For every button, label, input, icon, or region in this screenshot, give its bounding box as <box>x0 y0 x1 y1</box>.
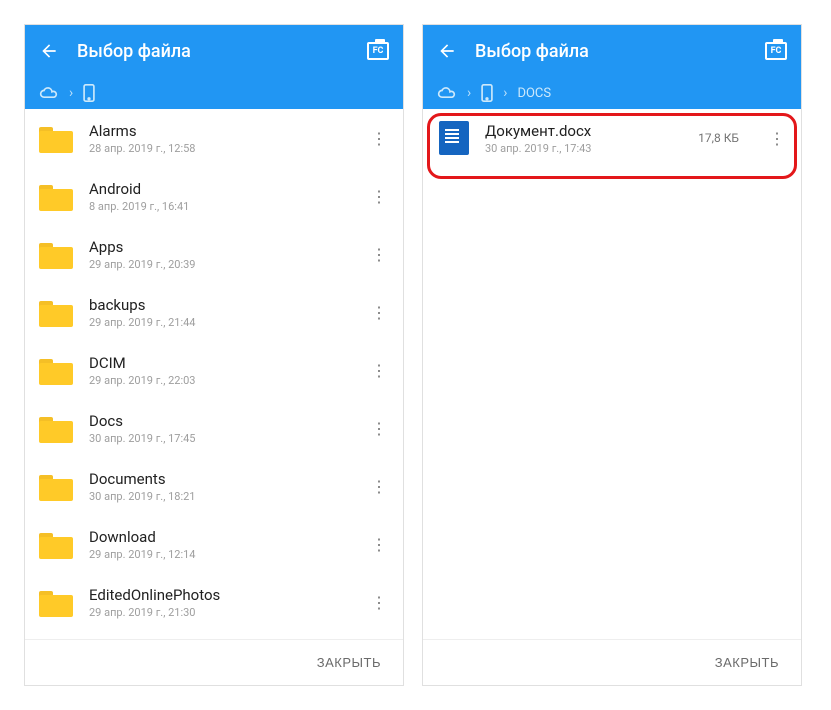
item-meta: 29 апр. 2019 г., 21:30 <box>89 606 345 619</box>
back-icon[interactable] <box>39 41 59 61</box>
breadcrumb-separator: › <box>69 85 73 101</box>
item-meta: 29 апр. 2019 г., 21:44 <box>89 316 345 329</box>
more-icon[interactable]: ⋮ <box>361 468 397 504</box>
row-text: Documents 30 апр. 2019 г., 18:21 <box>89 470 345 503</box>
folder-row[interactable]: Download 29 апр. 2019 г., 12:14 ⋮ <box>25 515 403 573</box>
cloud-icon[interactable] <box>39 86 59 100</box>
row-text: Apps 29 апр. 2019 г., 20:39 <box>89 238 345 271</box>
row-text: Download 29 апр. 2019 г., 12:14 <box>89 528 345 561</box>
item-meta: 29 апр. 2019 г., 22:03 <box>89 374 345 387</box>
file-row[interactable]: Документ.docx 30 апр. 2019 г., 17:43 17,8 … <box>423 109 801 167</box>
row-text: Android 8 апр. 2019 г., 16:41 <box>89 180 345 213</box>
item-meta: 30 апр. 2019 г., 17:43 <box>485 142 682 155</box>
folder-icon <box>39 240 73 268</box>
item-name: Android <box>89 180 345 198</box>
breadcrumb-folder[interactable]: DOCS <box>517 86 551 101</box>
folder-row[interactable]: Docs 30 апр. 2019 г., 17:45 ⋮ <box>25 399 403 457</box>
folder-icon <box>39 298 73 326</box>
more-icon[interactable]: ⋮ <box>759 120 795 156</box>
screen-left: Выбор файла FC › Alarms 28 апр. 2019 г., … <box>24 24 404 686</box>
page-title: Выбор файла <box>475 41 747 62</box>
row-text: EditedOnlinePhotos 29 апр. 2019 г., 21:30 <box>89 586 345 619</box>
item-meta: 28 апр. 2019 г., 12:58 <box>89 142 345 155</box>
footer: ЗАКРЫТЬ <box>423 639 801 685</box>
folder-icon <box>39 414 73 442</box>
folder-row[interactable]: Android 8 апр. 2019 г., 16:41 ⋮ <box>25 167 403 225</box>
more-icon[interactable]: ⋮ <box>361 236 397 272</box>
back-icon[interactable] <box>437 41 457 61</box>
breadcrumb-separator: › <box>503 85 507 101</box>
folder-row[interactable]: Apps 29 апр. 2019 г., 20:39 ⋮ <box>25 225 403 283</box>
item-name: Docs <box>89 412 345 430</box>
page-title: Выбор файла <box>77 41 349 62</box>
breadcrumb-separator: › <box>467 85 471 101</box>
more-icon[interactable]: ⋮ <box>361 178 397 214</box>
folder-icon <box>39 472 73 500</box>
item-meta: 30 апр. 2019 г., 17:45 <box>89 432 345 445</box>
item-name: Alarms <box>89 122 345 140</box>
item-name: Documents <box>89 470 345 488</box>
screen-right: Выбор файла FC › › DOCS Документ.docx 30 … <box>422 24 802 686</box>
close-button[interactable]: ЗАКРЫТЬ <box>317 655 381 670</box>
folder-icon <box>39 356 73 384</box>
footer: ЗАКРЫТЬ <box>25 639 403 685</box>
more-icon[interactable]: ⋮ <box>361 410 397 446</box>
device-icon[interactable] <box>83 84 95 102</box>
more-icon[interactable]: ⋮ <box>361 352 397 388</box>
app-logo-icon[interactable]: FC <box>367 42 389 60</box>
item-name: Download <box>89 528 345 546</box>
folder-icon <box>39 530 73 558</box>
item-name: backups <box>89 296 345 314</box>
folder-row[interactable]: EditedOnlinePhotos 29 апр. 2019 г., 21:30… <box>25 573 403 631</box>
folder-row[interactable]: Alarms 28 апр. 2019 г., 12:58 ⋮ <box>25 109 403 167</box>
item-size: 17,8 КБ <box>698 131 739 145</box>
row-text: Alarms 28 апр. 2019 г., 12:58 <box>89 122 345 155</box>
row-text: Документ.docx 30 апр. 2019 г., 17:43 <box>485 122 682 155</box>
folder-icon <box>39 124 73 152</box>
item-meta: 29 апр. 2019 г., 12:14 <box>89 548 345 561</box>
appbar: Выбор файла FC <box>25 25 403 77</box>
item-name: Документ.docx <box>485 122 682 140</box>
more-icon[interactable]: ⋮ <box>361 584 397 620</box>
row-text: DCIM 29 апр. 2019 г., 22:03 <box>89 354 345 387</box>
folder-row[interactable]: Documents 30 апр. 2019 г., 18:21 ⋮ <box>25 457 403 515</box>
cloud-icon[interactable] <box>437 86 457 100</box>
breadcrumb: › › DOCS <box>423 77 801 109</box>
more-icon[interactable]: ⋮ <box>361 294 397 330</box>
item-meta: 8 апр. 2019 г., 16:41 <box>89 200 345 213</box>
item-name: DCIM <box>89 354 345 372</box>
breadcrumb: › <box>25 77 403 109</box>
item-meta: 29 апр. 2019 г., 20:39 <box>89 258 345 271</box>
document-icon <box>439 121 469 155</box>
folder-row[interactable]: backups 29 апр. 2019 г., 21:44 ⋮ <box>25 283 403 341</box>
appbar: Выбор файла FC <box>423 25 801 77</box>
file-list[interactable]: Alarms 28 апр. 2019 г., 12:58 ⋮ Android 8 ап… <box>25 109 403 639</box>
row-text: backups 29 апр. 2019 г., 21:44 <box>89 296 345 329</box>
folder-row[interactable]: DCIM 29 апр. 2019 г., 22:03 ⋮ <box>25 341 403 399</box>
close-button[interactable]: ЗАКРЫТЬ <box>715 655 779 670</box>
device-icon[interactable] <box>481 84 493 102</box>
row-text: Docs 30 апр. 2019 г., 17:45 <box>89 412 345 445</box>
file-list[interactable]: Документ.docx 30 апр. 2019 г., 17:43 17,8 … <box>423 109 801 639</box>
app-logo-icon[interactable]: FC <box>765 42 787 60</box>
item-name: Apps <box>89 238 345 256</box>
more-icon[interactable]: ⋮ <box>361 526 397 562</box>
folder-icon <box>39 588 73 616</box>
folder-icon <box>39 182 73 210</box>
more-icon[interactable]: ⋮ <box>361 120 397 156</box>
item-name: EditedOnlinePhotos <box>89 586 345 604</box>
item-meta: 30 апр. 2019 г., 18:21 <box>89 490 345 503</box>
